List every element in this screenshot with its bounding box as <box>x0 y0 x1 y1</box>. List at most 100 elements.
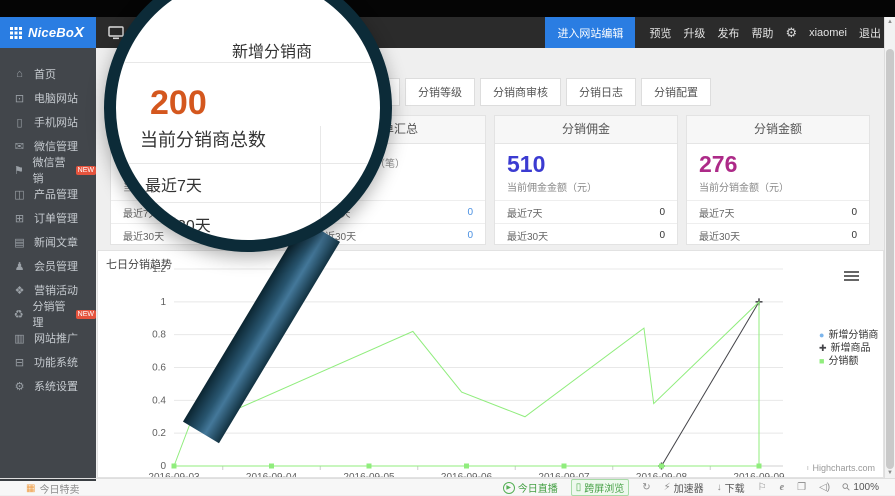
scrollbar-thumb[interactable] <box>886 49 894 469</box>
app-logo[interactable]: NiceBoX <box>0 17 96 48</box>
sidebar-item-mobile[interactable]: ▯手机网站 <box>0 110 96 134</box>
row-label: 最近7天 <box>507 205 543 220</box>
stat-card-row: 最近7天0 <box>687 200 869 223</box>
sidebar-item-member[interactable]: ♟会员管理 <box>0 254 96 278</box>
tab-1[interactable]: 分销等级 <box>405 78 475 106</box>
preview-link[interactable]: 预览 <box>649 25 671 41</box>
magnified-row-30days: 最近30天 <box>145 212 211 236</box>
legend-marker-icon: ● <box>819 329 824 342</box>
magnified-card-value: 200 <box>150 84 207 123</box>
new-badge: NEW <box>76 166 96 175</box>
upgrade-link[interactable]: 升级 <box>683 25 705 41</box>
publish-link[interactable]: 发布 <box>717 25 739 41</box>
magnified-card-title: 新增分销商 <box>116 38 380 62</box>
statusbar-item-booster[interactable]: ⚡加速器 <box>664 480 704 495</box>
statusbar-item-flag[interactable]: ⚐ <box>758 482 767 493</box>
sidebar-item-label: 微信管理 <box>34 138 78 154</box>
sidebar-item-label: 系统设置 <box>34 378 78 394</box>
sidebar-item-distribution[interactable]: ♻分销管理NEW <box>0 302 96 326</box>
function-icon: ⊟ <box>13 356 26 369</box>
legend-item-0[interactable]: ●新增分销商 <box>819 329 878 342</box>
news-icon: ▤ <box>13 236 26 249</box>
sidebar-item-desktop[interactable]: ⊡电脑网站 <box>0 86 96 110</box>
sidebar-item-label: 分销管理 <box>33 298 72 330</box>
legend-item-2[interactable]: ■分销额 <box>819 355 878 368</box>
stat-card-caption: 当前佣金金额（元） <box>507 179 665 194</box>
svg-text:1.2: 1.2 <box>152 264 166 275</box>
speaker-icon: ◁) <box>819 482 830 493</box>
page-scrollbar[interactable]: ▲ ▼ <box>884 17 895 478</box>
statusbar-item-sound[interactable]: ◁) <box>819 482 830 493</box>
sidebar-item-label: 功能系统 <box>34 354 78 370</box>
member-icon: ♟ <box>13 260 26 273</box>
statusbar-item-window[interactable]: ❐ <box>797 482 806 493</box>
wechat-marketing-icon: ⚑ <box>13 164 25 177</box>
sidebar-item-product[interactable]: ◫产品管理 <box>0 182 96 206</box>
statusbar-item-live[interactable]: ▶今日直播 <box>503 480 558 495</box>
row-value: 0 <box>467 230 473 241</box>
settings-icon: ⚙ <box>13 380 26 393</box>
enter-site-editor-button[interactable]: 进入网站编辑 <box>545 17 635 48</box>
logo-text: NiceBoX <box>28 24 84 41</box>
statusbar-item-browser[interactable]: e <box>780 482 784 493</box>
svg-text:0.8: 0.8 <box>152 330 166 341</box>
svg-text:2016-09-03: 2016-09-03 <box>148 472 200 477</box>
magnified-card-caption: 当前分销商总数 <box>140 126 266 152</box>
zoom-icon: ⚲ <box>840 481 853 494</box>
today-sale-item[interactable]: ▦ 今日特卖 <box>26 481 79 496</box>
gear-icon[interactable]: ⚙ <box>785 25 797 41</box>
sidebar-item-settings[interactable]: ⚙ 系统设置 <box>0 374 96 398</box>
stat-card-caption: 当前分销金额（元） <box>699 179 857 194</box>
scroll-down-arrow-icon[interactable]: ▼ <box>885 470 895 476</box>
svg-text:2016-09-09: 2016-09-09 <box>733 472 785 477</box>
sidebar-item-label: 产品管理 <box>34 186 78 202</box>
statusbar-item-label: 100% <box>853 482 879 493</box>
sidebar-item-promotion[interactable]: ▥网站推广 <box>0 326 96 350</box>
row-label: 最近30天 <box>699 228 740 243</box>
statusbar-item-zoom[interactable]: ⚲100% <box>843 482 879 493</box>
tab-2[interactable]: 分销商审核 <box>480 78 561 106</box>
row-label: 最近30天 <box>507 228 548 243</box>
sidebar-item-news[interactable]: ▤ 新闻文章 <box>0 230 96 254</box>
svg-text:2016-09-05: 2016-09-05 <box>343 472 395 477</box>
help-link[interactable]: 帮助 <box>751 25 773 41</box>
trend-line-chart: 00.20.40.60.811.22016-09-032016-09-04201… <box>98 251 883 477</box>
os-title-strip <box>0 0 895 17</box>
sidebar-item-wechat-marketing[interactable]: ⚑微信营销NEW <box>0 158 96 182</box>
svg-text:0: 0 <box>160 461 166 472</box>
statusbar-item-refresh[interactable]: ↻ <box>642 482 650 493</box>
svg-text:1: 1 <box>160 297 166 308</box>
chart-credits[interactable]: Highcharts.com <box>812 463 875 473</box>
flag-icon: ⚐ <box>758 482 767 493</box>
sidebar-item-label: 新闻文章 <box>34 234 78 250</box>
statusbar-item-label: 下载 <box>725 480 745 495</box>
username-label[interactable]: xiaomei <box>809 27 847 39</box>
svg-text:0.2: 0.2 <box>152 428 166 439</box>
sidebar-item-home[interactable]: ⌂首页 <box>0 62 96 86</box>
chart-legend: ●新增分销商✚新增商品■分销额 <box>819 329 878 368</box>
legend-label: 分销额 <box>828 355 858 368</box>
tab-4[interactable]: 分销配置 <box>641 78 711 106</box>
sidebar-item-label: 微信营销 <box>33 154 72 186</box>
sidebar-item-label: 营销活动 <box>34 282 78 298</box>
statusbar-item-download[interactable]: ↓下载 <box>717 480 745 495</box>
statusbar-item-cross-screen[interactable]: ▯跨屏浏览 <box>571 479 630 496</box>
tab-3[interactable]: 分销日志 <box>566 78 636 106</box>
legend-marker-icon: ✚ <box>819 342 827 355</box>
sidebar-item-function[interactable]: ⊟ 功能系统 <box>0 350 96 374</box>
svg-text:0.4: 0.4 <box>152 395 166 406</box>
svg-text:2016-09-08: 2016-09-08 <box>636 472 688 477</box>
legend-item-1[interactable]: ✚新增商品 <box>819 342 878 355</box>
row-value: 0 <box>851 207 857 218</box>
sidebar-item-order[interactable]: ⊞订单管理 <box>0 206 96 230</box>
new-badge: NEW <box>76 310 96 319</box>
sidebar-item-label: 手机网站 <box>34 114 78 130</box>
order-icon: ⊞ <box>13 212 26 225</box>
download-icon: ↓ <box>717 482 722 493</box>
svg-text:2016-09-04: 2016-09-04 <box>246 472 298 477</box>
stat-card-2: 分销佣金510当前佣金金额（元）最近7天0最近30天0 <box>494 115 678 245</box>
scroll-up-arrow-icon[interactable]: ▲ <box>885 19 895 25</box>
stat-card-value: 510 <box>507 152 665 176</box>
browser-status-bar: ▦ 今日特卖 ▶今日直播 ▯跨屏浏览 ↻ ⚡加速器 ↓下载 ⚐ e ❐ ◁) ⚲100% <box>0 478 895 495</box>
logout-link[interactable]: 退出 <box>859 25 881 41</box>
